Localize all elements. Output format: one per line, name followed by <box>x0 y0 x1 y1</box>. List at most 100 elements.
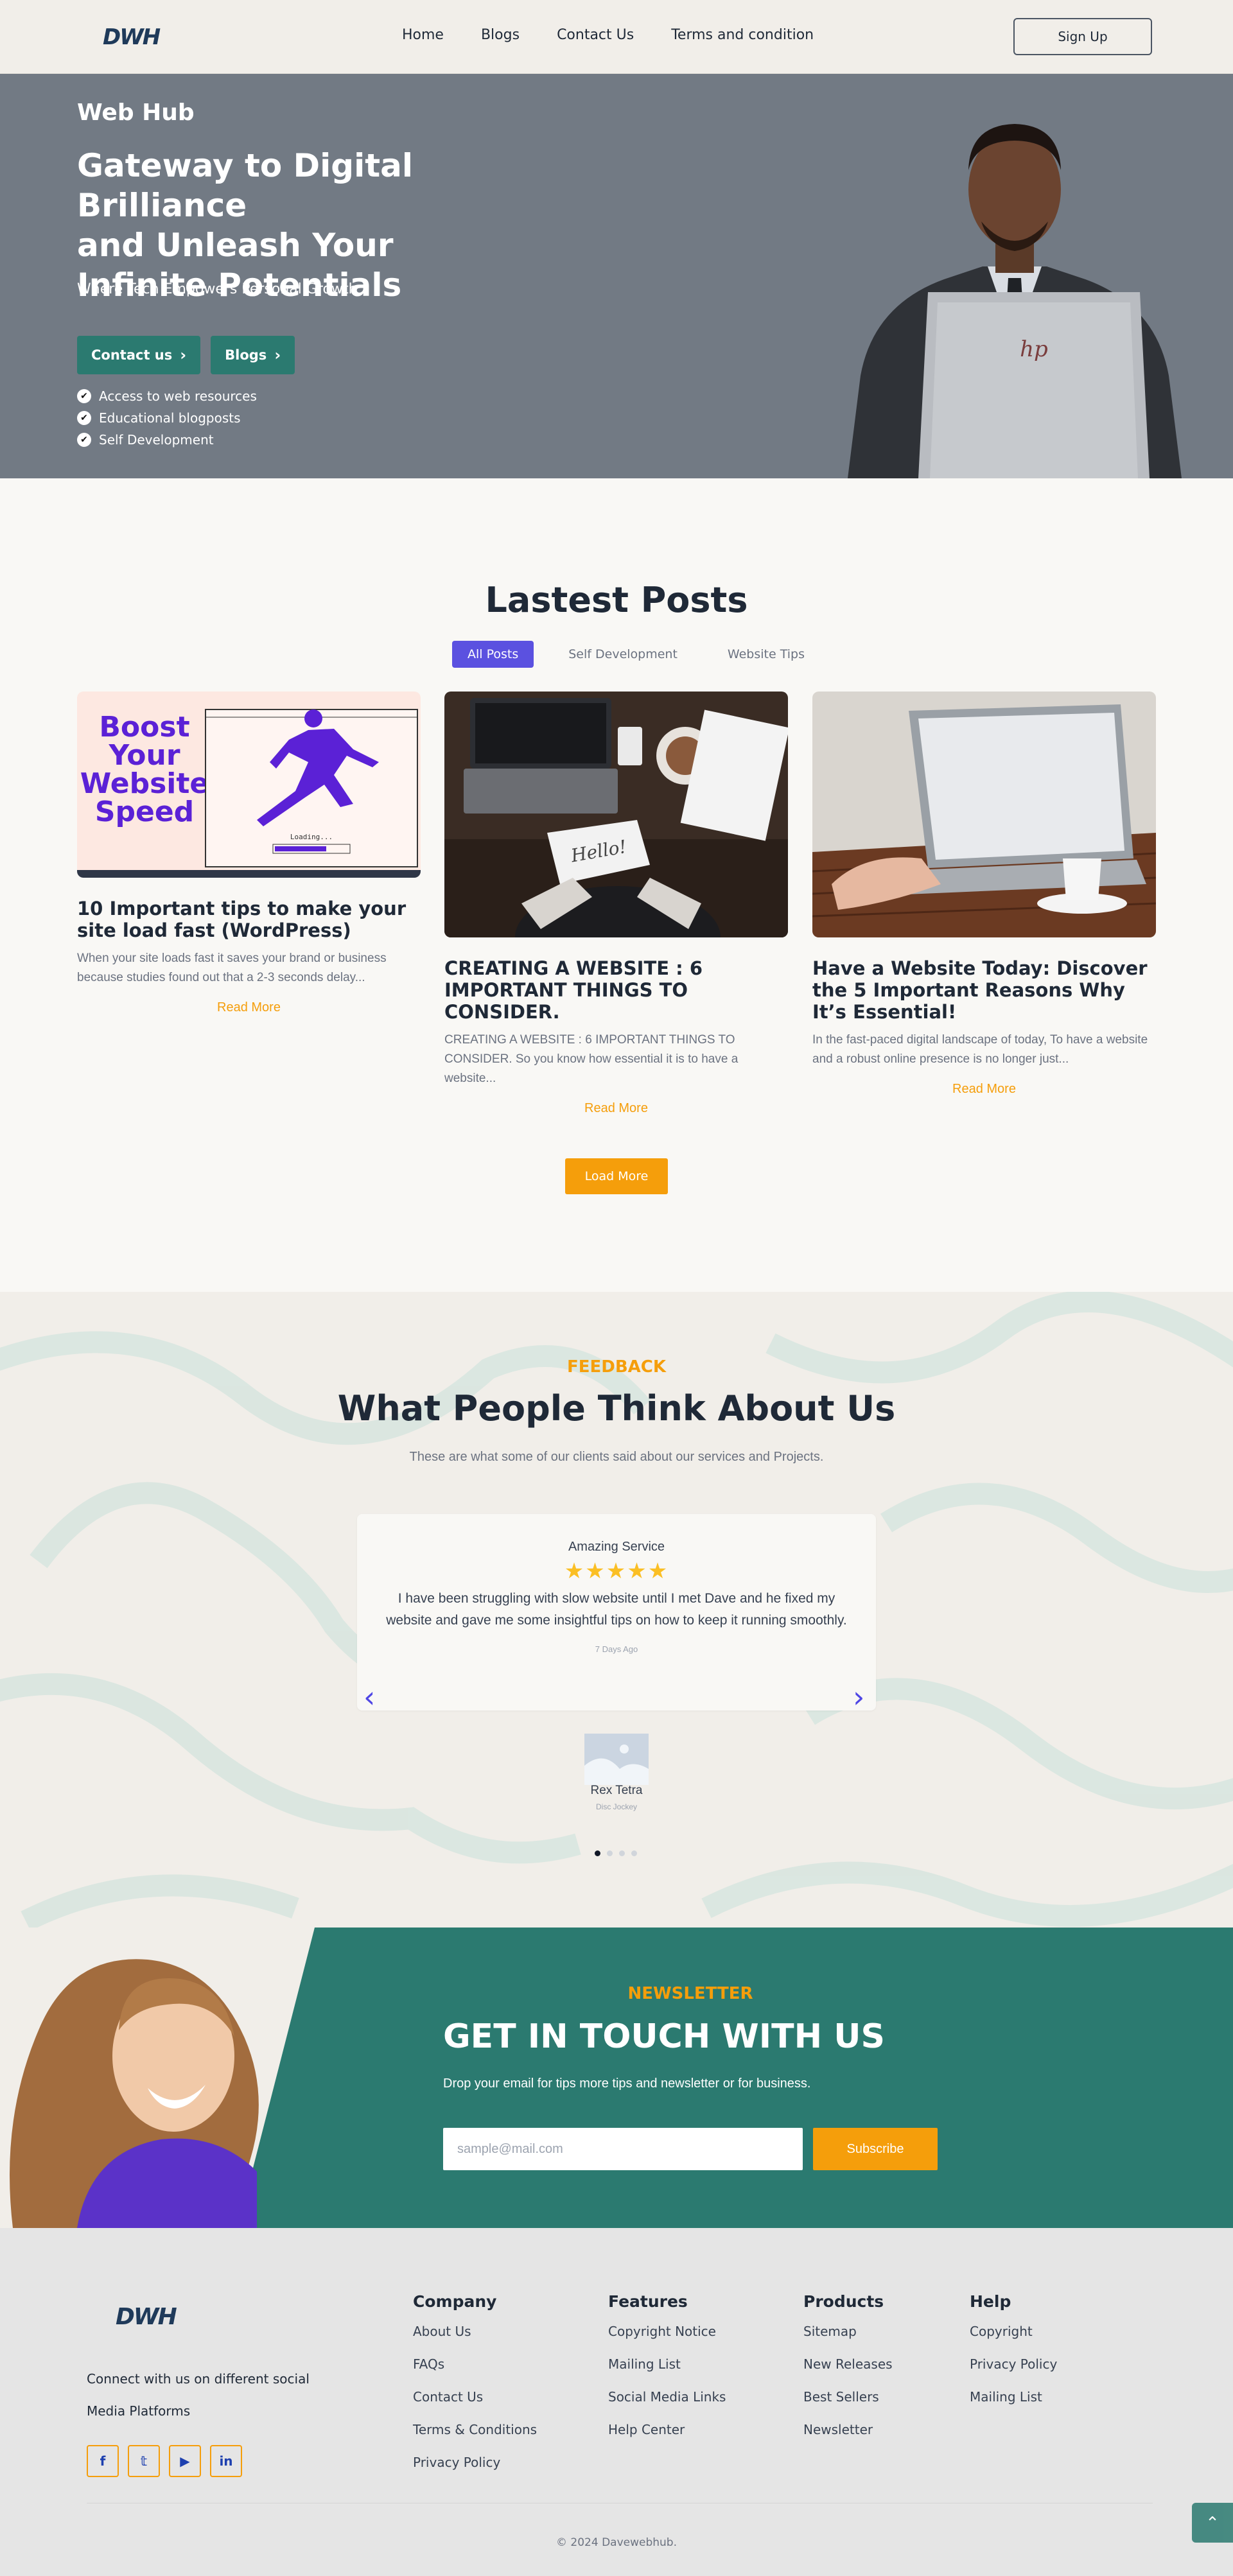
read-more-link[interactable]: Read More <box>77 1000 421 1015</box>
footer-link[interactable]: Copyright Notice <box>608 2324 726 2356</box>
footer-link[interactable]: Terms & Conditions <box>413 2422 537 2455</box>
tab-self-development[interactable]: Self Development <box>553 641 693 668</box>
footer-column-help: Help Copyright Privacy Policy Mailing Li… <box>970 2292 1057 2422</box>
footer-link[interactable]: Social Media Links <box>608 2389 726 2422</box>
hero-section: Web Hub Gateway to Digital Brilliance an… <box>0 74 1233 478</box>
carousel-next-arrow-icon[interactable]: › <box>853 1680 864 1714</box>
footer-column-heading: Features <box>608 2292 688 2311</box>
load-more-button[interactable]: Load More <box>565 1158 668 1194</box>
footer-logo[interactable]: DWH <box>116 2304 177 2330</box>
check-circle-icon: ✔ <box>77 433 91 447</box>
hero-checklist: ✔ Access to web resources ✔ Educational bl… <box>77 385 257 451</box>
newsletter-title: GET IN TOUCH WITH US <box>443 2017 885 2056</box>
subscribe-button[interactable]: Subscribe <box>813 2128 938 2170</box>
hero-title-line-2: and Unleash Your <box>77 227 394 264</box>
footer-link[interactable]: Help Center <box>608 2422 726 2455</box>
hero-brand: Web Hub <box>77 100 195 126</box>
post-excerpt: CREATING A WEBSITE : 6 IMPORTANT THINGS … <box>444 1033 739 1085</box>
blogs-button[interactable]: Blogs › <box>211 336 295 374</box>
footer-link[interactable]: Newsletter <box>803 2422 893 2455</box>
checklist-label: Access to web resources <box>99 388 257 404</box>
tab-all-posts[interactable]: All Posts <box>452 641 534 668</box>
footer-link[interactable]: New Releases <box>803 2356 893 2389</box>
linkedin-icon[interactable]: in <box>210 2445 242 2477</box>
nav-link-blogs[interactable]: Blogs <box>481 27 520 43</box>
footer-link[interactable]: Mailing List <box>608 2356 726 2389</box>
footer-link[interactable]: Privacy Policy <box>413 2455 537 2487</box>
footer-link[interactable]: Contact Us <box>413 2389 537 2422</box>
tab-website-tips[interactable]: Website Tips <box>712 641 820 668</box>
boost-line-4: Speed <box>95 796 194 828</box>
hero-title-line-1: Gateway to Digital Brilliance <box>77 147 413 224</box>
post-image-typing-laptop[interactable] <box>812 692 1157 937</box>
contact-us-button[interactable]: Contact us › <box>77 336 201 374</box>
check-circle-icon: ✔ <box>77 389 91 403</box>
check-circle-icon: ✔ <box>77 411 91 425</box>
footer-link[interactable]: Sitemap <box>803 2324 893 2356</box>
post-title[interactable]: Have a Website Today: Discover the 5 Imp… <box>812 957 1156 1023</box>
post-title[interactable]: CREATING A WEBSITE : 6 IMPORTANT THINGS … <box>444 957 788 1023</box>
checklist-item: ✔ Access to web resources <box>77 385 257 407</box>
post-excerpt: When your site loads fast it saves your … <box>77 952 387 984</box>
nav-link-home[interactable]: Home <box>402 27 444 43</box>
blogs-label: Blogs <box>225 347 267 363</box>
nav-link-contact[interactable]: Contact Us <box>557 27 634 43</box>
feedback-title: What People Think About Us <box>337 1388 896 1429</box>
nav-link-terms[interactable]: Terms and condition <box>671 27 814 43</box>
carousel-prev-arrow-icon[interactable]: ‹ <box>363 1680 375 1714</box>
hero-subtitle: Where Tech Empowers Personal Growth <box>77 281 358 297</box>
carousel-dot[interactable] <box>631 1850 637 1856</box>
footer-column-company: Company About Us FAQs Contact Us Terms &… <box>413 2292 537 2487</box>
feedback-subtitle: These are what some of our clients said … <box>409 1450 824 1464</box>
footer-link[interactable]: Copyright <box>970 2324 1057 2356</box>
checklist-item: ✔ Educational blogposts <box>77 407 257 429</box>
chevron-right-icon: › <box>274 346 281 364</box>
read-more-link[interactable]: Read More <box>812 1082 1156 1097</box>
newsletter-subtitle: Drop your email for tips more tips and n… <box>443 2076 811 2091</box>
newsletter-kicker: NEWSLETTER <box>627 1984 753 2003</box>
carousel-dot[interactable] <box>607 1850 613 1856</box>
footer-link[interactable]: Privacy Policy <box>970 2356 1057 2389</box>
footer-link[interactable]: About Us <box>413 2324 537 2356</box>
checklist-label: Self Development <box>99 432 214 448</box>
newsletter-section: NEWSLETTER GET IN TOUCH WITH US Drop you… <box>0 1928 1233 2228</box>
footer-column-products: Products Sitemap New Releases Best Selle… <box>803 2292 893 2455</box>
post-card: Boost Your Website Speed Loading... 10 I… <box>77 692 421 1015</box>
testimonial-date: 7 Days Ago <box>595 1644 638 1654</box>
main-nav: Home Blogs Contact Us Terms and conditio… <box>402 27 814 43</box>
contact-us-label: Contact us <box>91 347 173 363</box>
footer-connect-text: Connect with us on different social Medi… <box>87 2371 310 2419</box>
signup-button[interactable]: Sign Up <box>1013 18 1152 55</box>
feedback-section: FEEDBACK What People Think About Us Thes… <box>0 1292 1233 1928</box>
carousel-dot[interactable] <box>595 1850 600 1856</box>
site-logo[interactable]: DWH <box>103 24 161 50</box>
carousel-dot[interactable] <box>619 1850 625 1856</box>
testimonial-card: Amazing Service ★★★★★ I have been strugg… <box>357 1514 876 1710</box>
post-card: Have a Website Today: Discover the 5 Imp… <box>812 692 1157 1097</box>
testimonial-body: I have been struggling with slow website… <box>386 1591 847 1628</box>
chevron-right-icon: › <box>180 346 187 364</box>
reviewer-role: Disc Jockey <box>595 1802 637 1811</box>
post-image-desk-laptop[interactable]: Hello! <box>444 692 790 989</box>
social-links: f 𝕥 ▶ in <box>87 2445 242 2477</box>
post-image-boost-speed[interactable]: Boost Your Website Speed Loading... <box>77 692 421 878</box>
hero-buttons: Contact us › Blogs › <box>77 336 295 374</box>
testimonial-heading: Amazing Service <box>568 1540 665 1554</box>
footer-link[interactable]: FAQs <box>413 2356 537 2389</box>
latest-posts-title: Lastest Posts <box>485 580 748 620</box>
email-input[interactable] <box>443 2128 803 2170</box>
youtube-icon[interactable]: ▶ <box>169 2445 201 2477</box>
reviewer-name: Rex Tetra <box>590 1784 643 1797</box>
twitter-icon[interactable]: 𝕥 <box>128 2445 160 2477</box>
footer-link[interactable]: Mailing List <box>970 2389 1057 2422</box>
footer-link[interactable]: Best Sellers <box>803 2389 893 2422</box>
hero-man-with-laptop-image: hp <box>848 124 1182 478</box>
footer-column-heading: Products <box>803 2292 884 2311</box>
post-card: Hello! CREATING A WEBSITE : 6 IMPORTANT … <box>444 692 790 1116</box>
top-navbar: DWH Home Blogs Contact Us Terms and cond… <box>0 0 1233 74</box>
carousel-dots <box>595 1850 637 1856</box>
read-more-link[interactable]: Read More <box>444 1101 788 1116</box>
facebook-icon[interactable]: f <box>87 2445 119 2477</box>
scroll-to-top-button[interactable]: ⌃ <box>1192 2503 1233 2543</box>
post-title[interactable]: 10 Important tips to make your site load… <box>77 898 421 941</box>
